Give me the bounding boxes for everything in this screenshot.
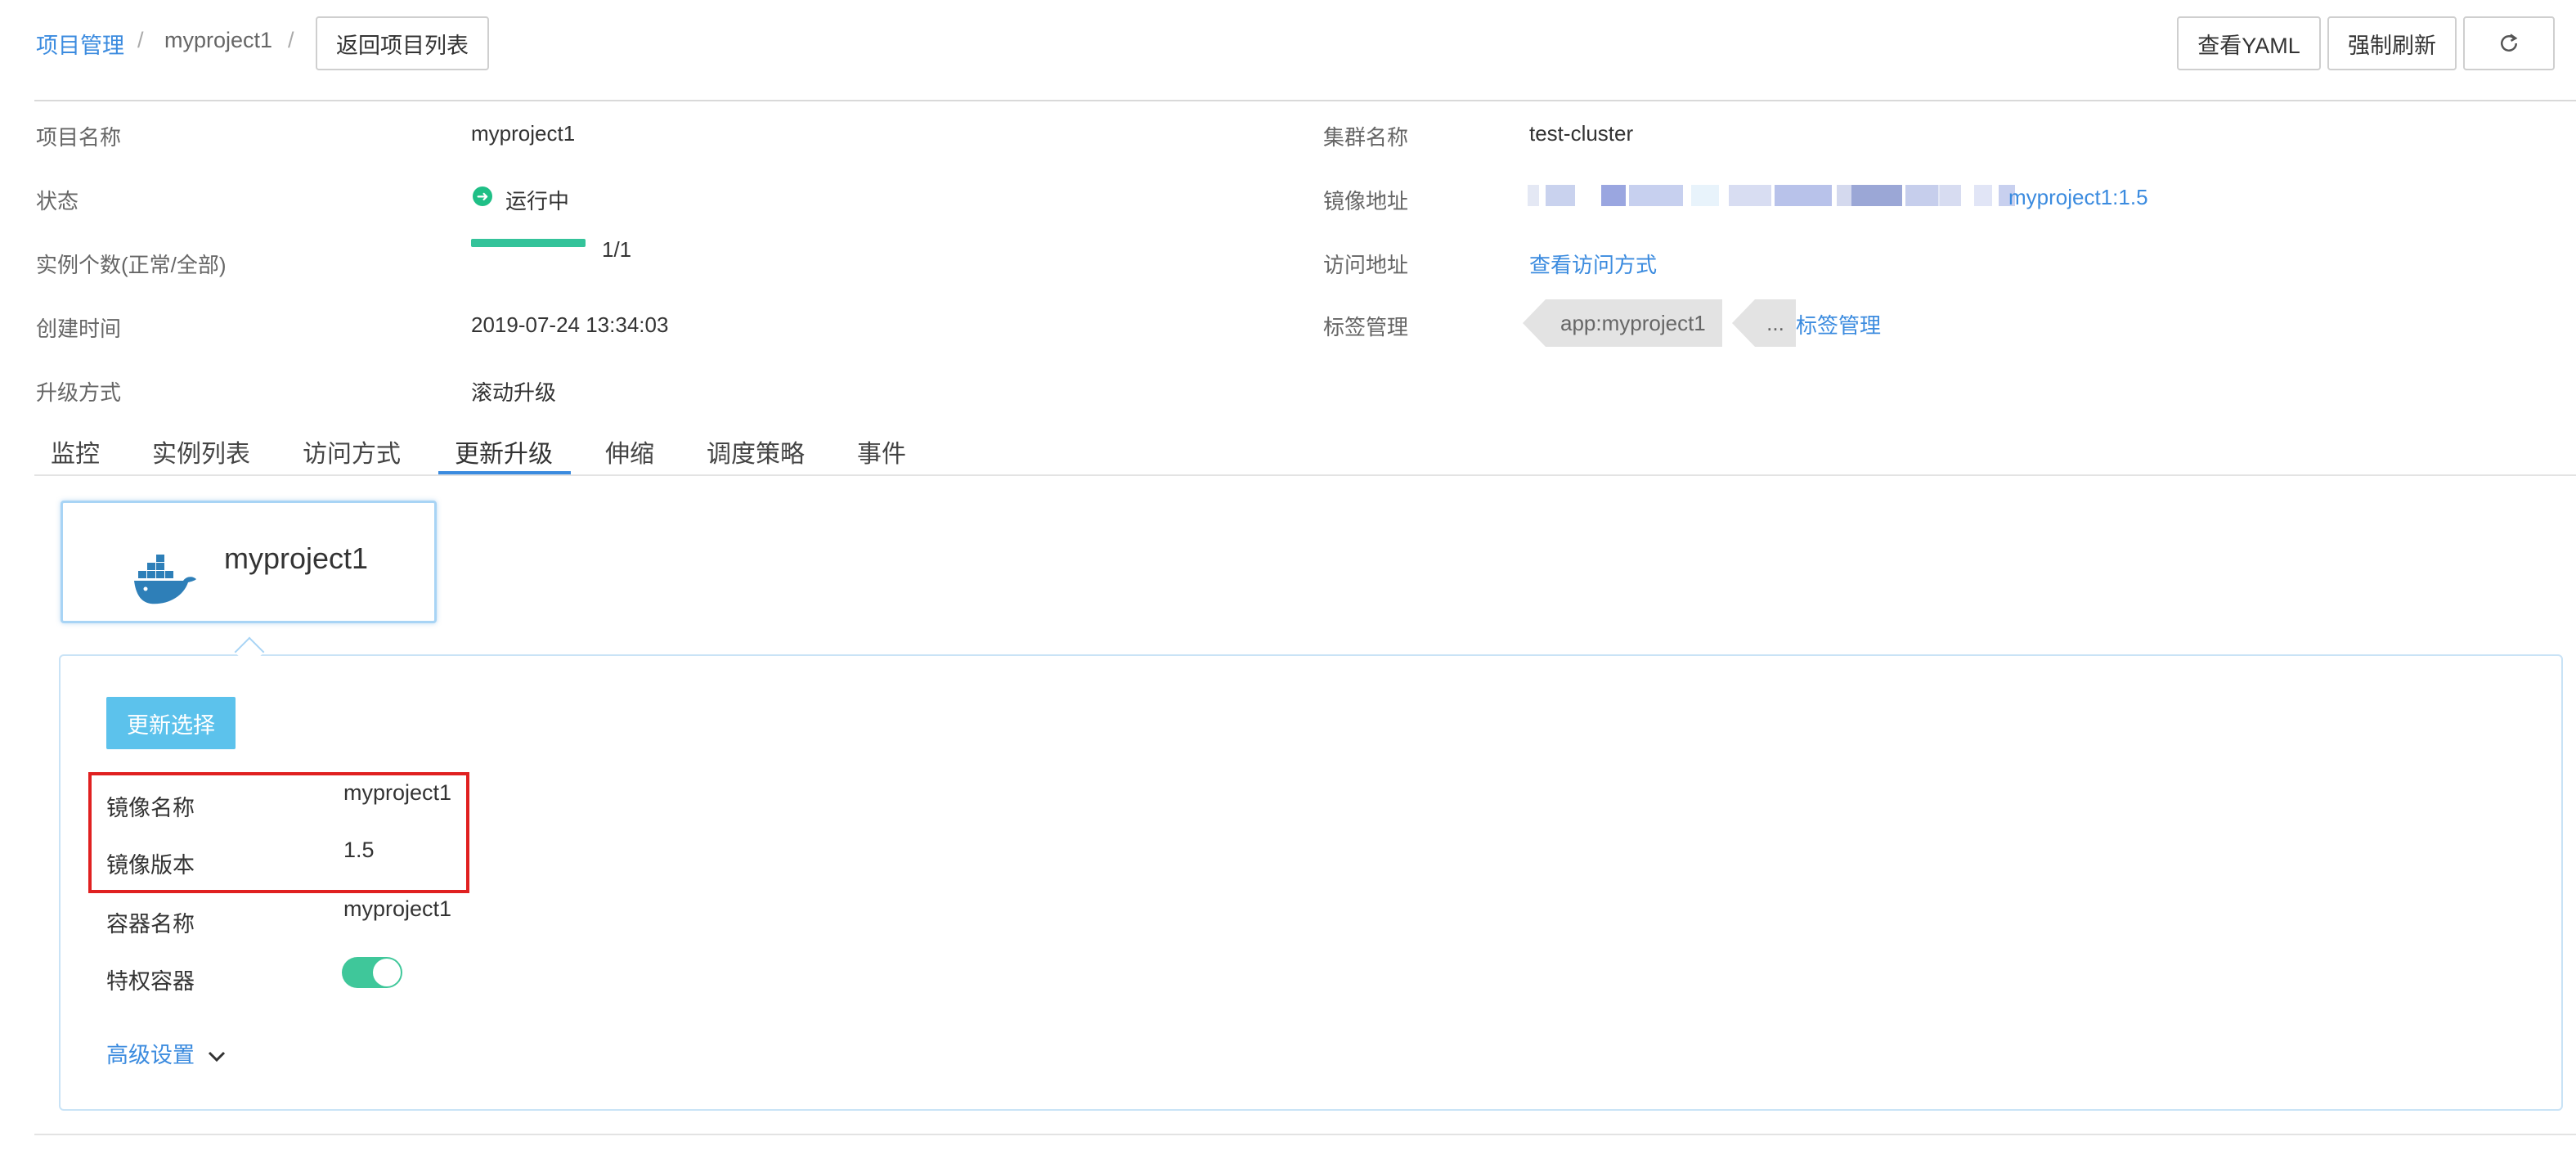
container-name-label: 容器名称 <box>106 912 195 937</box>
tag-text: app:myproject1 <box>1560 311 1706 335</box>
project-name-label: 项目名称 <box>36 125 122 150</box>
tab-monitoring[interactable]: 监控 <box>51 434 100 469</box>
toggle-knob <box>373 959 401 986</box>
privileged-container-toggle[interactable] <box>342 957 402 988</box>
created-value: 2019-07-24 13:34:03 <box>471 312 669 337</box>
tab-events[interactable]: 事件 <box>857 434 906 469</box>
status-label: 状态 <box>36 189 79 213</box>
tag-management-link[interactable]: 标签管理 <box>1796 309 1881 339</box>
container-card-title: myproject1 <box>224 541 369 575</box>
tab-scaling[interactable]: 伸缩 <box>605 434 654 469</box>
docker-whale-icon <box>134 555 196 604</box>
privileged-container-label: 特权容器 <box>106 969 195 994</box>
instances-progress-bar <box>471 239 586 247</box>
cluster-name-label: 集群名称 <box>1323 125 1409 150</box>
cluster-name-value: test-cluster <box>1529 121 1634 146</box>
view-yaml-button[interactable]: 查看YAML <box>2177 16 2321 70</box>
tab-instance-list[interactable]: 实例列表 <box>152 434 250 469</box>
upgrade-method-value: 滚动升级 <box>471 380 557 405</box>
tab-scheduling-policy[interactable]: 调度策略 <box>707 434 805 469</box>
reload-button[interactable] <box>2463 16 2555 70</box>
chevron-down-icon <box>208 1051 225 1062</box>
tag-management-label: 标签管理 <box>1323 315 1409 339</box>
image-version-value: 1.5 <box>343 838 375 862</box>
header-divider <box>34 100 2576 101</box>
project-name-value: myproject1 <box>471 121 576 146</box>
image-address-link[interactable]: myproject1:1.5 <box>2008 185 2148 210</box>
breadcrumb-separator: / <box>288 28 294 52</box>
refresh-icon <box>2501 34 2518 52</box>
page-header: 项目管理 / myproject1 / 返回项目列表 查看YAML 强制刷新 <box>0 0 2576 101</box>
tab-access-method[interactable]: 访问方式 <box>303 434 401 469</box>
advanced-settings-link[interactable]: 高级设置 <box>106 1037 227 1069</box>
instances-label: 实例个数(正常/全部) <box>36 253 227 277</box>
tag-app-myproject1: app:myproject1 <box>1523 299 1722 347</box>
status-value: 运行中 <box>505 189 570 213</box>
breadcrumb-separator: / <box>137 28 144 52</box>
instances-value: 1/1 <box>602 237 632 262</box>
back-to-project-list-button[interactable]: 返回项目列表 <box>316 16 489 70</box>
tab-bar-divider <box>34 474 2576 476</box>
upgrade-method-label: 升级方式 <box>36 380 122 405</box>
force-refresh-button[interactable]: 强制刷新 <box>2327 16 2457 70</box>
breadcrumb-project-management[interactable]: 项目管理 <box>36 28 124 60</box>
image-address-label: 镜像地址 <box>1323 189 1409 213</box>
instances-progress-fill <box>471 239 586 247</box>
advanced-settings-label: 高级设置 <box>106 1043 195 1067</box>
access-address-label: 访问地址 <box>1323 253 1409 277</box>
update-selection-button[interactable]: 更新选择 <box>106 697 236 749</box>
breadcrumb-current-project: myproject1 <box>164 28 273 52</box>
container-name-value: myproject1 <box>343 896 452 921</box>
image-name-value: myproject1 <box>343 780 452 805</box>
image-version-label: 镜像版本 <box>106 853 195 878</box>
tag-more[interactable]: ... <box>1732 299 1796 347</box>
view-access-method-link[interactable]: 查看访问方式 <box>1529 249 1657 279</box>
running-status-icon: ➜ <box>473 186 492 206</box>
tab-update-upgrade[interactable]: 更新升级 <box>455 434 553 469</box>
tag-more-text: ... <box>1766 311 1784 335</box>
bottom-divider <box>34 1134 2576 1135</box>
image-name-label: 镜像名称 <box>106 796 195 820</box>
created-label: 创建时间 <box>36 317 122 341</box>
